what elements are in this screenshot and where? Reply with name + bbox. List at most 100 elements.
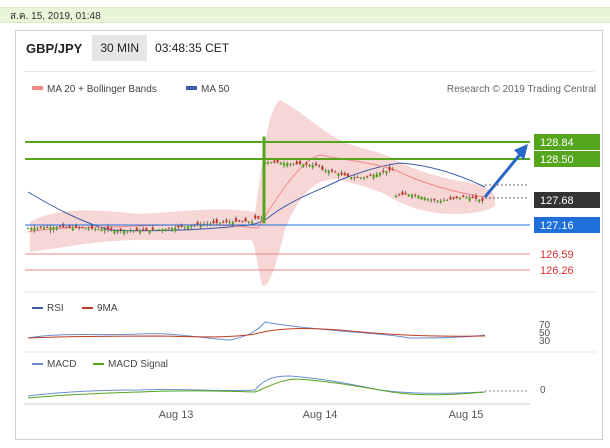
candle-body [145,227,148,231]
candle-body [126,230,129,232]
level-tag-5: 126.26 [540,265,574,277]
candle-body [414,194,417,196]
candle-body [215,219,218,223]
candle-body [257,216,260,219]
candle-body [334,171,337,173]
candle-body [87,228,90,230]
candle-body [218,222,222,224]
candle-body [110,228,113,230]
candle-body [436,200,439,202]
candle-body [148,230,151,233]
level-tag-4: 126.59 [540,249,574,261]
candle-body [270,162,273,164]
credit-text: Research © 2019 Trading Central [447,84,596,95]
candle-body [346,173,350,177]
candle-body [186,226,190,229]
candle-body [46,226,49,228]
rsi-legend: RSI [47,303,64,314]
candle-body [465,197,468,199]
candle-body [94,228,97,230]
candle-body [132,230,135,232]
candle-body [378,172,382,176]
candle-body [404,193,407,195]
candle-body [81,226,84,229]
candle-body [55,227,58,230]
candle-body [122,230,126,234]
candle-body [26,228,30,230]
candle-body [135,227,138,231]
candle-body [177,225,180,228]
candle-body [167,227,170,229]
rsi-level-30: 30 [539,336,551,347]
level-tag-0: 128.84 [534,134,600,150]
candle-body [282,162,286,166]
candle-body [113,230,116,234]
candle-body [279,162,282,165]
candle-body [388,166,391,171]
candle-body [212,221,215,224]
candle-body [42,227,46,230]
level-tag-3: 127.16 [534,217,600,233]
candle-body [273,160,276,163]
rsi-line [27,321,486,341]
candle-body [439,200,442,203]
candle-body [138,230,142,233]
candle-body [350,177,353,179]
candle-body [481,198,484,201]
x-tick-aug13: Aug 13 [159,409,194,421]
candle-body [385,170,388,174]
candle-body [327,170,330,174]
candle-body [39,226,42,228]
candle-body [375,173,378,178]
candle-body [254,215,257,219]
candle-body [382,170,385,172]
level-tag-2: 127.68 [534,192,600,208]
candle-body [308,164,311,167]
candle-body [305,163,308,165]
candle-body [62,223,65,228]
candle-body [238,220,241,222]
candle-body [49,227,52,231]
candle-body [84,228,87,230]
candle-body [398,194,401,196]
candle-body [468,197,471,201]
candle-body [289,163,292,165]
candle-body [311,165,314,168]
candle-body [330,169,334,172]
candle-body [359,177,362,179]
candle-body [119,228,122,231]
candle-body [337,173,340,176]
candle-body [343,172,346,176]
candle-body [417,195,420,199]
svg-text:126.59: 126.59 [540,249,574,261]
candle-body [433,199,436,201]
candle-body [234,218,238,222]
svg-text:128.84: 128.84 [540,137,574,149]
candle-body [183,226,186,228]
candle-body [276,159,279,163]
candle-body [420,196,423,200]
x-tick-aug15: Aug 15 [449,409,484,421]
candle-body [318,165,321,167]
candle-body [474,195,478,199]
candle-body [100,229,103,232]
candle-body [430,199,433,201]
candle-body [170,228,174,231]
candle-body [356,176,359,178]
ma50-legend-swatch [186,86,197,90]
candle-body [321,166,324,170]
candle-body [244,218,247,222]
candle-body [247,221,250,223]
candle-body [196,222,199,225]
candle-body [36,227,39,229]
rsi-ma-legend: 9MA [97,303,118,314]
candle-body [324,170,327,172]
candle-body [52,227,55,230]
candle-body [225,220,228,223]
candle-body [362,177,366,179]
candle-body [129,230,132,232]
candle-body [241,221,244,223]
ma20-legend-swatch [32,86,43,90]
candle-body [407,194,410,197]
candle-body [366,176,369,178]
